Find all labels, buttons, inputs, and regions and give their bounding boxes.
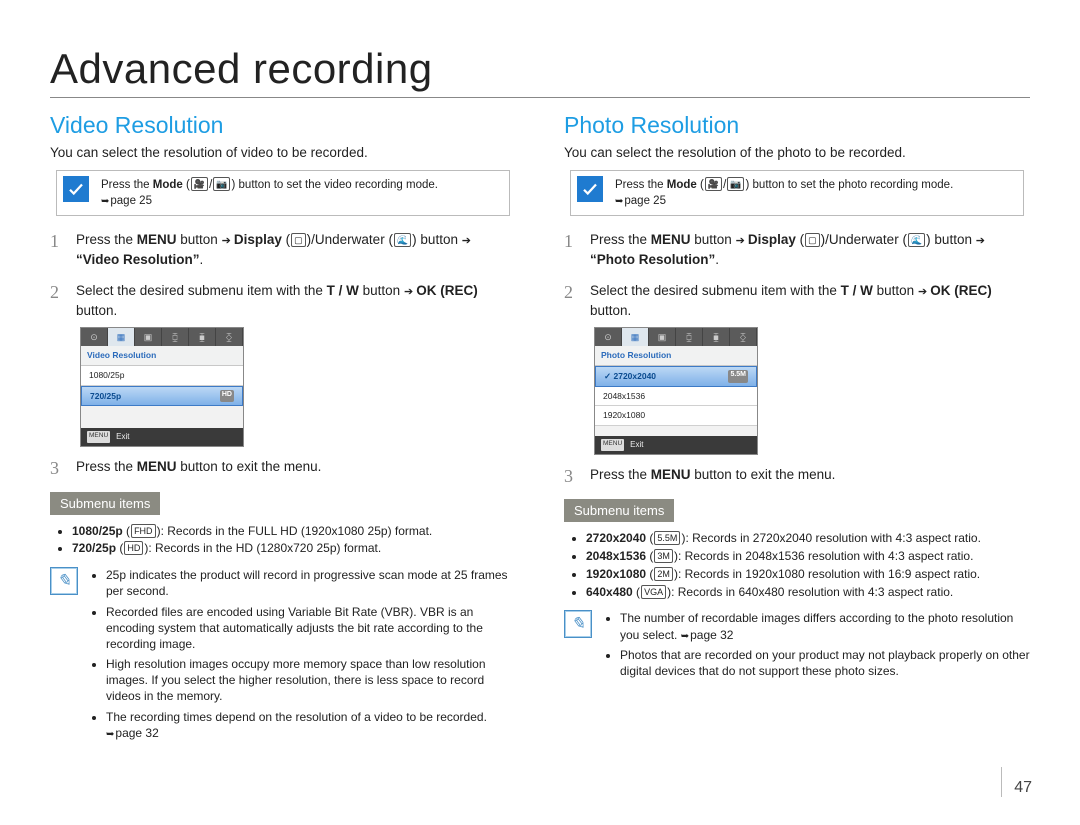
mode-word: Mode: [667, 179, 697, 191]
lcd-tabs: ⊙▦▣⧮⧯⧰: [81, 328, 243, 346]
submenu-item: 2720x2040 (5.5M): Records in 2720x2040 r…: [586, 530, 1030, 547]
step-3: Press the MENU button to exit the menu.: [50, 457, 516, 477]
note-icon: ✎: [50, 567, 78, 595]
res-icon: 5.5M: [654, 531, 680, 545]
photo-mode-icon: 📷: [213, 177, 230, 191]
note-icon: ✎: [564, 610, 592, 638]
note-list: The number of recordable images differs …: [602, 610, 1030, 683]
lcd-body: 1080/25p 720/25pHD: [81, 366, 243, 429]
res-icon: FHD: [131, 524, 156, 538]
check-icon: [577, 176, 603, 202]
lcd-row: 1920x1080: [595, 406, 757, 426]
submenu-label: Submenu items: [564, 499, 674, 522]
check-icon: [63, 176, 89, 202]
video-mode-icon: 🎥: [705, 177, 722, 191]
photo-resolution-column: Photo Resolution You can select the reso…: [564, 112, 1030, 745]
video-submenu-items: 1080/25p (FHD): Records in the FULL HD (…: [50, 523, 516, 558]
tip-text: Press the: [101, 179, 153, 191]
lcd-mockup-video: ⊙▦▣⧮⧯⧰ Video Resolution 1080/25p 720/25p…: [80, 327, 244, 447]
page-number: 47: [1001, 767, 1032, 797]
step-2: Select the desired submenu item with the…: [564, 281, 1030, 456]
title-rule: [50, 97, 1030, 98]
step-2: Select the desired submenu item with the…: [50, 281, 516, 448]
video-mode-icon: 🎥: [191, 177, 208, 191]
page-ref: page 25: [615, 195, 666, 207]
note-item: Photos that are recorded on your product…: [620, 647, 1030, 679]
page-title: Advanced recording: [50, 45, 1030, 93]
lcd-header: Video Resolution: [81, 346, 243, 366]
photo-heading: Photo Resolution: [564, 112, 1030, 139]
step-1: Press the MENU button Display (▢)/Underw…: [564, 230, 1030, 271]
lcd-row: 2048x1536: [595, 387, 757, 407]
underwater-icon: 🌊: [908, 233, 925, 247]
photo-mode-tip: Press the Mode (🎥/📷) button to set the p…: [570, 170, 1024, 216]
photo-steps: Press the MENU button Display (▢)/Underw…: [564, 230, 1030, 485]
note-item: 25p indicates the product will record in…: [106, 567, 516, 599]
page-ref: page 25: [101, 195, 152, 207]
note-list: 25p indicates the product will record in…: [88, 567, 516, 745]
video-heading: Video Resolution: [50, 112, 516, 139]
res-icon: VGA: [641, 585, 666, 599]
photo-intro: You can select the resolution of the pho…: [564, 145, 1030, 160]
video-steps: Press the MENU button Display (▢)/Underw…: [50, 230, 516, 478]
submenu-item: 1920x1080 (2M): Records in 1920x1080 res…: [586, 566, 1030, 583]
submenu-item: 2048x1536 (3M): Records in 2048x1536 res…: [586, 548, 1030, 565]
photo-mode-icon: 📷: [727, 177, 744, 191]
lcd-footer: MENUExit: [595, 436, 757, 454]
lcd-body: ✓ 2720x20405.5M 2048x1536 1920x1080: [595, 366, 757, 436]
display-icon: ▢: [805, 233, 820, 247]
submenu-item: 720/25p (HD): Records in the HD (1280x72…: [72, 540, 516, 557]
tip-text-2: button to set the video recording mode.: [235, 179, 438, 191]
display-icon: ▢: [291, 233, 306, 247]
res-icon: HD: [124, 541, 143, 555]
tip-text-2: button to set the photo recording mode.: [749, 179, 953, 191]
step-1: Press the MENU button Display (▢)/Underw…: [50, 230, 516, 271]
step-3: Press the MENU button to exit the menu.: [564, 465, 1030, 485]
lcd-tabs: ⊙▦▣⧮⧯⧰: [595, 328, 757, 346]
submenu-item: 640x480 (VGA): Records in 640x480 resolu…: [586, 584, 1030, 601]
lcd-header: Photo Resolution: [595, 346, 757, 366]
lcd-row-selected: 720/25pHD: [81, 386, 243, 407]
res-icon: 2M: [654, 567, 673, 581]
note-item: The number of recordable images differs …: [620, 610, 1030, 643]
note-item: High resolution images occupy more memor…: [106, 656, 516, 705]
note-item: The recording times depend on the resolu…: [106, 709, 516, 742]
video-resolution-column: Video Resolution You can select the reso…: [50, 112, 516, 745]
photo-submenu-items: 2720x2040 (5.5M): Records in 2720x2040 r…: [564, 530, 1030, 600]
video-notes: ✎ 25p indicates the product will record …: [50, 567, 516, 745]
submenu-item: 1080/25p (FHD): Records in the FULL HD (…: [72, 523, 516, 540]
lcd-row-selected: ✓ 2720x20405.5M: [595, 366, 757, 387]
lcd-mockup-photo: ⊙▦▣⧮⧯⧰ Photo Resolution ✓ 2720x20405.5M …: [594, 327, 758, 455]
mode-word: Mode: [153, 179, 183, 191]
lcd-row: 1080/25p: [81, 366, 243, 386]
lcd-footer: MENUExit: [81, 428, 243, 446]
video-mode-tip: Press the Mode (🎥/📷) button to set the v…: [56, 170, 510, 216]
submenu-label: Submenu items: [50, 492, 160, 515]
tip-text: Press the: [615, 179, 667, 191]
res-icon: 3M: [654, 549, 673, 563]
photo-notes: ✎ The number of recordable images differ…: [564, 610, 1030, 683]
video-intro: You can select the resolution of video t…: [50, 145, 516, 160]
underwater-icon: 🌊: [394, 233, 411, 247]
note-item: Recorded files are encoded using Variabl…: [106, 604, 516, 653]
